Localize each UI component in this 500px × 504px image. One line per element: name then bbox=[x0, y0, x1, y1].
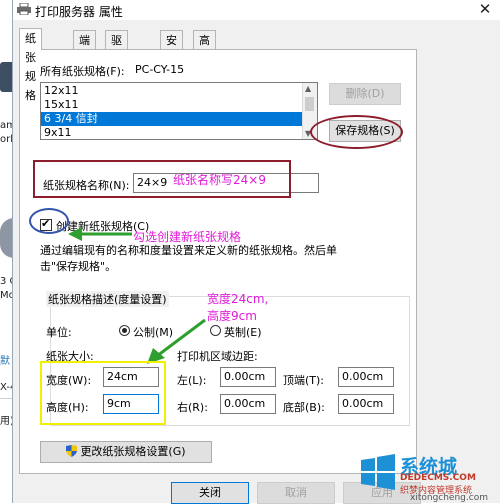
tab-ports[interactable]: 端口 bbox=[73, 30, 96, 66]
tab-advanced[interactable]: 高级 bbox=[193, 30, 216, 66]
watermark-url: xitongcheng.com bbox=[410, 493, 488, 503]
annotation-form-name: 纸张名称写24×9 bbox=[173, 173, 266, 187]
list-item-selected[interactable]: 6 3/4 信封 bbox=[41, 112, 303, 126]
list-item[interactable]: 12x11 bbox=[41, 84, 303, 98]
scroll-thumb[interactable] bbox=[305, 97, 314, 111]
green-arrow-icon bbox=[68, 227, 132, 241]
shield-icon bbox=[66, 445, 78, 457]
list-item[interactable]: 15x11 bbox=[41, 98, 303, 112]
hint-text: 击"保存规格"。 bbox=[40, 260, 117, 273]
annotation-create-form: 勾选创建新纸张规格 bbox=[133, 230, 242, 244]
bottom-margin-input[interactable]: 0.00cm bbox=[338, 394, 394, 414]
watermark-domain: DEDECMS.COM bbox=[400, 473, 476, 483]
right-margin-input[interactable]: 0.00cm bbox=[220, 394, 276, 414]
metric-radio[interactable] bbox=[119, 325, 130, 336]
save-button-highlight bbox=[310, 115, 403, 149]
top-margin-label: 顶端(T): bbox=[283, 374, 325, 387]
forms-on-label: 所有纸张规格(F): bbox=[40, 65, 125, 78]
list-item[interactable]: 9x11 bbox=[41, 126, 303, 139]
change-form-settings-label: 更改纸张规格设置(G) bbox=[80, 445, 186, 458]
close-button[interactable]: 关闭 bbox=[171, 482, 249, 504]
checkbox-highlight bbox=[29, 208, 69, 234]
bottom-margin-label: 底部(B): bbox=[283, 401, 325, 414]
title-bar: 打印服务器 属性 ✕ bbox=[13, 0, 500, 20]
group-title: 纸张规格描述(度量设置) bbox=[46, 291, 169, 307]
printer-icon bbox=[17, 3, 31, 15]
window-title: 打印服务器 属性 bbox=[35, 5, 123, 19]
site-watermark: 系统城 DEDECMS.COM 织梦内容管理系统 xitongcheng.com bbox=[358, 450, 500, 503]
tab-security[interactable]: 安全 bbox=[160, 30, 183, 66]
background-text: 默 bbox=[0, 356, 10, 367]
change-form-settings-button[interactable]: 更改纸张规格设置(G) bbox=[40, 441, 212, 463]
tab-drivers[interactable]: 驱动程序 bbox=[105, 30, 128, 104]
units-label: 单位: bbox=[46, 326, 72, 339]
english-radio[interactable] bbox=[210, 325, 221, 336]
tab-forms[interactable]: 纸张规格 bbox=[19, 28, 42, 102]
left-margin-label: 左(L): bbox=[177, 374, 207, 387]
print-server-properties-dialog: 打印服务器 属性 ✕ 纸张规格 端口 驱动程序 安全 高级 所有纸张规格(F):… bbox=[12, 0, 500, 504]
windows-logo-icon bbox=[361, 454, 395, 490]
size-fields-highlight bbox=[40, 361, 166, 425]
right-margin-label: 右(R): bbox=[177, 401, 208, 414]
top-margin-input[interactable]: 0.00cm bbox=[338, 367, 394, 387]
delete-button[interactable]: 删除(D) bbox=[329, 83, 401, 105]
english-label[interactable]: 英制(E) bbox=[224, 324, 262, 340]
server-name: PC-CY-15 bbox=[135, 63, 185, 76]
radio-selected-dot bbox=[122, 328, 127, 333]
annotation-size-line2: 高度9cm bbox=[207, 309, 257, 323]
scroll-up-icon[interactable]: ▲ bbox=[305, 84, 311, 93]
close-icon[interactable]: ✕ bbox=[476, 0, 494, 18]
forms-list[interactable]: 12x11 15x11 6 3/4 信封 9x11 ▲ ▼ bbox=[40, 82, 318, 140]
cancel-button[interactable]: 取消 bbox=[257, 482, 335, 504]
annotation-size-line1: 宽度24cm, bbox=[207, 292, 269, 306]
left-margin-input[interactable]: 0.00cm bbox=[220, 367, 276, 387]
green-arrow-icon bbox=[147, 318, 206, 364]
